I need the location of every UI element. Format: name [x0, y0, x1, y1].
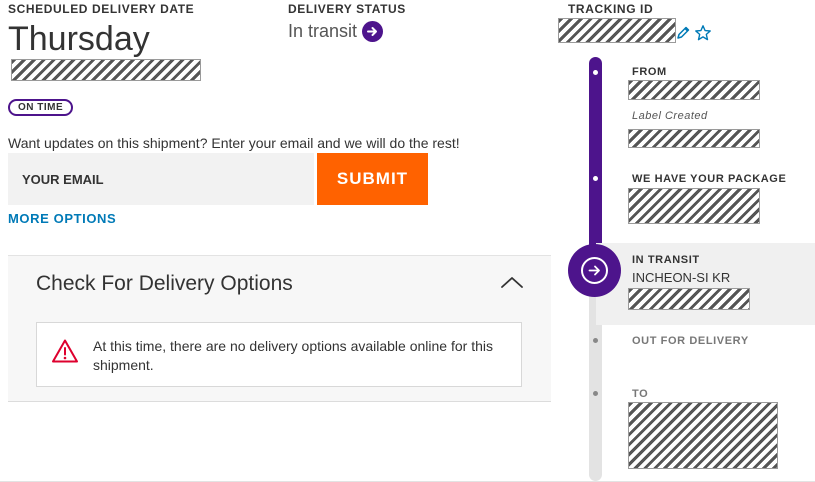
timeline-to-label: TO [632, 388, 649, 400]
delivery-options-notice-text: At this time, there are no delivery opti… [93, 338, 493, 373]
tracking-id-label: TRACKING ID [568, 2, 654, 16]
timeline-in-transit-location: INCHEON-SI KR [632, 270, 731, 285]
redacted-transit-date [628, 288, 750, 310]
arrow-right-icon [581, 257, 608, 284]
redacted-delivery-date [11, 59, 201, 81]
timeline-from-label: FROM [632, 66, 667, 78]
chevron-up-icon[interactable] [500, 275, 524, 289]
timeline-dot-picked-up [593, 176, 598, 181]
on-time-badge: ON TIME [8, 99, 74, 116]
timeline-progress [589, 57, 602, 267]
redacted-tracking-id [558, 18, 676, 43]
timeline-in-transit-label: IN TRANSIT [632, 254, 700, 266]
more-options-link[interactable]: MORE OPTIONS [8, 211, 116, 226]
delivery-options-panel: Check For Delivery Options At this time,… [8, 255, 551, 402]
star-icon[interactable] [694, 24, 712, 42]
redacted-origin [628, 80, 760, 100]
timeline-dot-from [593, 70, 598, 75]
submit-button[interactable]: SUBMIT [317, 153, 428, 205]
delivery-status: In transit [288, 21, 384, 42]
timeline-have-package-label: WE HAVE YOUR PACKAGE [632, 173, 787, 185]
scheduled-delivery-label: SCHEDULED DELIVERY DATE [8, 2, 195, 16]
arrow-right-icon[interactable] [362, 21, 384, 42]
current-step-marker [568, 244, 621, 297]
delivery-options-title[interactable]: Check For Delivery Options [36, 272, 293, 296]
timeline-label-created: Label Created [632, 110, 708, 122]
timeline-dot-to [593, 391, 598, 396]
timeline-dot-out-for-delivery [593, 338, 598, 343]
warning-icon [51, 338, 79, 364]
delivery-status-value: In transit [288, 21, 358, 41]
redacted-destination [628, 402, 778, 469]
redacted-label-created-date [628, 129, 760, 148]
email-updates-prompt: Want updates on this shipment? Enter you… [8, 135, 460, 151]
timeline-out-for-delivery-label: OUT FOR DELIVERY [632, 335, 749, 347]
redacted-pickup-details [628, 188, 760, 224]
email-input[interactable] [8, 153, 314, 205]
pencil-icon[interactable] [675, 25, 691, 41]
delivery-options-notice: At this time, there are no delivery opti… [36, 322, 522, 387]
delivery-status-label: DELIVERY STATUS [288, 2, 406, 16]
delivery-day: Thursday [8, 20, 150, 58]
